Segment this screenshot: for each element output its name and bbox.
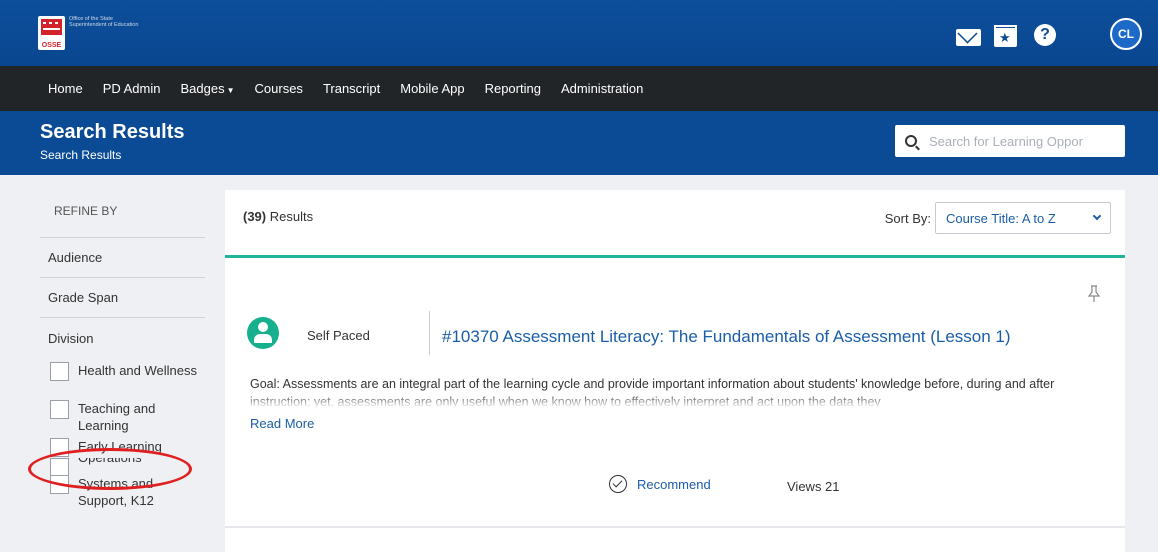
division-options: Health and Wellness Teaching and Learnin… bbox=[28, 362, 205, 515]
facet-audience[interactable]: Audience bbox=[40, 238, 205, 278]
sort-value: Course Title: A to Z bbox=[946, 210, 1056, 226]
views-count: Views 21 bbox=[787, 479, 840, 494]
page-header: Search Results Search Results bbox=[0, 111, 1158, 175]
course-card: Self Paced #10370 Assessment Literacy: T… bbox=[225, 261, 1125, 526]
results-count: (39) Results bbox=[243, 209, 314, 224]
sort-label: Sort By: bbox=[884, 210, 931, 226]
division-option[interactable]: Health and Wellness bbox=[50, 362, 205, 400]
check-circle-icon bbox=[609, 475, 627, 493]
division-option[interactable]: Teaching and Learning bbox=[50, 400, 205, 438]
nav-item-pd-admin[interactable]: PD Admin bbox=[103, 81, 161, 96]
mail-icon[interactable] bbox=[956, 29, 981, 46]
top-header: OSSE Office of the State Superintendent … bbox=[0, 0, 1158, 66]
nav-item-administration[interactable]: Administration bbox=[561, 81, 643, 96]
option-label: Teaching and Learning bbox=[78, 401, 156, 433]
recommend-button[interactable]: Recommend bbox=[609, 475, 711, 493]
osse-logo-mark: OSSE bbox=[38, 16, 65, 50]
results-panel: (39) Results Sort By: Course Title: A to… bbox=[225, 190, 1125, 552]
sort-select[interactable]: Course Title: A to Z bbox=[935, 202, 1111, 234]
read-more-link[interactable]: Read More bbox=[250, 416, 314, 431]
divider bbox=[429, 311, 430, 355]
page-title: Search Results bbox=[40, 121, 185, 143]
results-header: (39) Results Sort By: Course Title: A to… bbox=[225, 190, 1125, 258]
chevron-down-icon bbox=[1092, 211, 1102, 221]
breadcrumb[interactable]: Search Results bbox=[40, 148, 121, 162]
recommend-label: Recommend bbox=[637, 476, 711, 492]
help-icon[interactable]: ? bbox=[1034, 24, 1056, 46]
nav-item-reporting[interactable]: Reporting bbox=[485, 81, 541, 96]
logo-text: Office of the State Superintendent of Ed… bbox=[69, 16, 139, 28]
nav-item-mobile-app[interactable]: Mobile App bbox=[400, 81, 464, 96]
checkbox[interactable] bbox=[50, 400, 69, 419]
pin-icon[interactable] bbox=[1087, 285, 1101, 303]
main-nav: Home PD Admin Badges ▼ Courses Transcript… bbox=[0, 66, 1158, 111]
sort-control: Sort By: Course Title: A to Z bbox=[885, 202, 1111, 234]
search-box bbox=[895, 125, 1125, 157]
nav-item-courses[interactable]: Courses bbox=[255, 81, 303, 96]
course-pace: Self Paced bbox=[307, 328, 370, 343]
nav-item-badges[interactable]: Badges ▼ bbox=[181, 81, 235, 96]
card-divider bbox=[225, 526, 1125, 528]
avatar[interactable]: CL bbox=[1110, 18, 1142, 50]
osse-logo[interactable]: OSSE Office of the State Superintendent … bbox=[38, 16, 139, 50]
nav-item-home[interactable]: Home bbox=[48, 81, 83, 96]
calendar-star-icon[interactable]: ★ bbox=[994, 25, 1017, 47]
caret-down-icon: ▼ bbox=[226, 86, 235, 95]
facet-division[interactable]: Division bbox=[40, 318, 205, 358]
self-paced-icon bbox=[247, 317, 279, 349]
refine-by-heading: REFINE BY bbox=[40, 195, 205, 238]
search-icon[interactable] bbox=[905, 135, 917, 147]
facet-grade-span[interactable]: Grade Span bbox=[40, 278, 205, 318]
nav-item-badges-label: Badges bbox=[180, 81, 225, 96]
option-label: Health and Wellness bbox=[78, 363, 197, 378]
checkbox[interactable] bbox=[50, 362, 69, 381]
nav-item-transcript[interactable]: Transcript bbox=[323, 81, 380, 96]
search-input[interactable] bbox=[929, 133, 1119, 149]
course-title-link[interactable]: #10370 Assessment Literacy: The Fundamen… bbox=[442, 327, 1011, 347]
highlight-circle-annotation bbox=[28, 448, 192, 490]
refine-sidebar: REFINE BY Audience Grade Span Division H… bbox=[28, 195, 205, 515]
course-description: Goal: Assessments are an integral part o… bbox=[250, 377, 1055, 408]
